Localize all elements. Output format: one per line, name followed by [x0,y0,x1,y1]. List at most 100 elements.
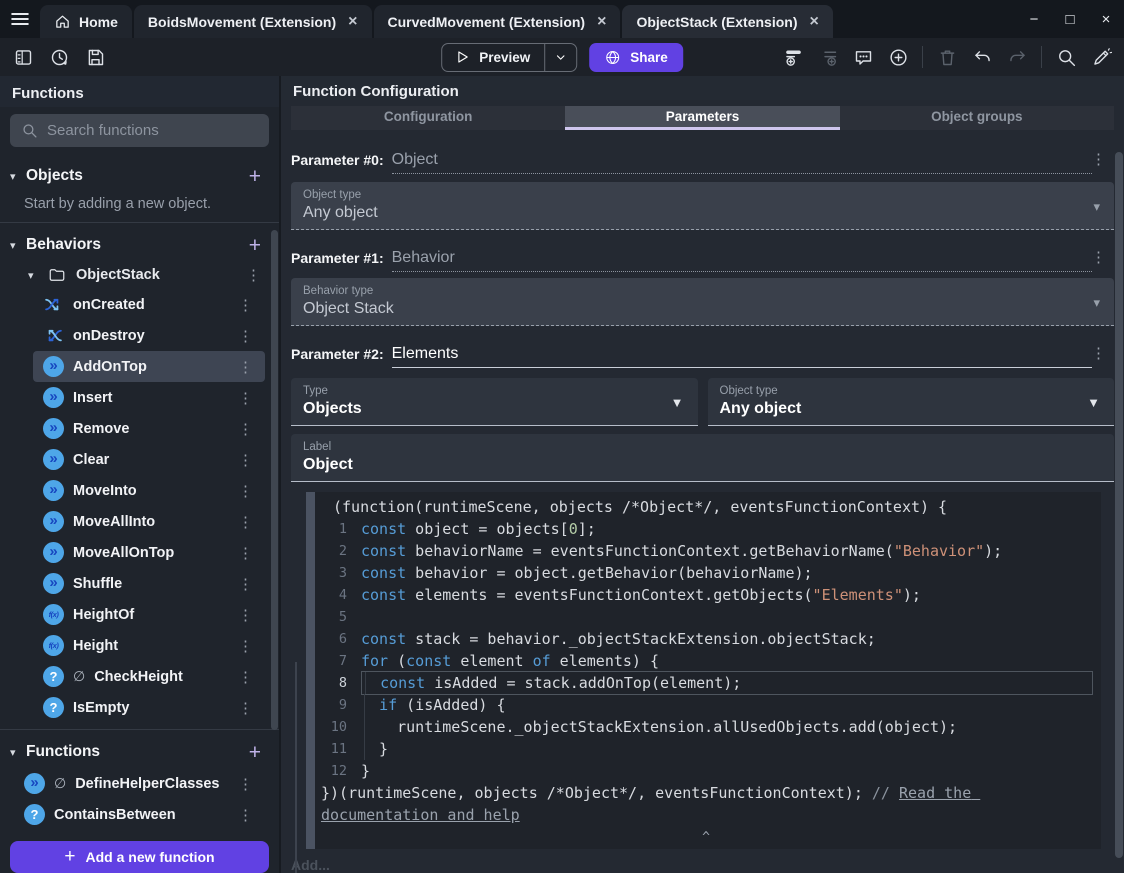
item-menu-button[interactable]: ⋮ [234,575,257,593]
project-panels-button[interactable] [12,46,34,68]
item-menu-button[interactable]: ⋮ [234,296,257,314]
function-item-isempty[interactable]: IsEmpty ⋮ [33,692,265,723]
function-item-moveallontop[interactable]: MoveAllOnTop ⋮ [33,537,265,568]
item-menu-button[interactable]: ⋮ [234,482,257,500]
private-icon: ∅ [73,668,86,684]
tab-objectstack-extension[interactable]: ObjectStack (Extension) × [622,5,833,38]
item-menu-button[interactable]: ⋮ [234,451,257,469]
parameter-0-name-input[interactable]: Object [391,151,1092,174]
section-functions[interactable]: ▾ Functions + [0,736,279,768]
add-event-button[interactable] [782,46,804,68]
search-icon [1058,49,1075,66]
code-editor[interactable]: (function(runtimeScene, objects /*Object… [315,492,1101,849]
parameter-2-type-select[interactable]: Type Objects ▼ [291,378,698,426]
parameter-2-label-field[interactable]: Label Object [291,434,1114,482]
main-scrollbar[interactable] [1115,150,1123,873]
tab-parameters[interactable]: Parameters [565,106,840,130]
folder-menu-button[interactable]: ⋮ [242,266,265,284]
tab-close-icon[interactable]: × [809,13,818,30]
parameter-1-name-input[interactable]: Behavior [391,249,1092,272]
main-menu-button[interactable] [0,0,40,38]
undo-button[interactable] [971,46,993,68]
parameter-1-behavior-type-select[interactable]: Behavior type Object Stack ▾ [291,278,1114,326]
item-menu-button[interactable]: ⋮ [234,606,257,624]
behavior-folder-objectstack[interactable]: ▾ ObjectStack ⋮ [0,261,279,289]
hamburger-icon [11,12,29,26]
parameter-0-menu-button[interactable]: ⋮ [1085,150,1112,168]
preview-button[interactable]: Preview [441,42,578,72]
item-menu-button[interactable]: ⋮ [234,358,257,376]
item-menu-button[interactable]: ⋮ [234,668,257,686]
function-item-addontop[interactable]: AddOnTop ⋮ [33,351,265,382]
parameter-2-object-type-select[interactable]: Object type Any object ▼ [707,378,1114,426]
function-item-oncreated[interactable]: onCreated ⋮ [33,289,265,320]
history-button[interactable] [48,46,70,68]
parameter-0-object-type-select[interactable]: Object type Any object ▾ [291,182,1114,230]
preview-options-button[interactable] [544,43,576,71]
search-functions-input[interactable] [47,122,258,139]
sidebar-scrollbar[interactable] [271,76,278,873]
share-label: Share [630,49,668,65]
save-button[interactable] [84,46,106,68]
preview-button-main[interactable]: Preview [442,44,544,71]
section-behaviors[interactable]: ▾ Behaviors + [0,229,279,261]
item-menu-button[interactable]: ⋮ [234,513,257,531]
function-item-checkheight[interactable]: ∅ CheckHeight ⋮ [33,661,265,692]
tab-close-icon[interactable]: × [348,13,357,30]
add-comment-button[interactable] [852,46,874,68]
maximize-window-button[interactable]: □ [1052,0,1088,38]
preview-label: Preview [479,49,531,65]
function-item-height[interactable]: Height ⋮ [33,630,265,661]
function-label: Shuffle [73,575,123,592]
item-menu-button[interactable]: ⋮ [234,389,257,407]
share-button[interactable]: Share [589,42,683,72]
tab-configuration[interactable]: Configuration [291,106,566,130]
parameter-2-menu-button[interactable]: ⋮ [1085,344,1112,362]
tab-object-groups[interactable]: Object groups [839,106,1114,130]
function-item-shuffle[interactable]: Shuffle ⋮ [33,568,265,599]
function-item-definehelperclasses[interactable]: ∅ DefineHelperClasses ⋮ [14,768,265,799]
item-menu-button[interactable]: ⋮ [234,327,257,345]
add-functions-button[interactable]: + [249,742,261,763]
tab-curvedmovement-extension[interactable]: CurvedMovement (Extension) × [373,5,621,38]
sidebar-scrollbar-thumb[interactable] [271,230,278,730]
close-window-button[interactable]: × [1088,0,1124,38]
tab-home[interactable]: Home [40,5,132,38]
item-menu-button[interactable]: ⋮ [234,806,257,824]
function-item-heightof[interactable]: HeightOf ⋮ [33,599,265,630]
add-new-function-button[interactable]: + Add a new function [10,841,269,873]
item-menu-button[interactable]: ⋮ [234,699,257,717]
item-menu-button[interactable]: ⋮ [234,544,257,562]
main-scrollbar-thumb[interactable] [1115,152,1123,858]
add-behaviors-button[interactable]: + [249,235,261,256]
collapse-editor-button[interactable]: ^ [319,831,1093,845]
search-functions-box[interactable] [10,114,269,147]
function-item-remove[interactable]: Remove ⋮ [33,413,265,444]
function-item-moveinto[interactable]: MoveInto ⋮ [33,475,265,506]
function-item-clear[interactable]: Clear ⋮ [33,444,265,475]
add-sub-event-button[interactable] [817,46,839,68]
redo-button[interactable] [1006,46,1028,68]
item-menu-button[interactable]: ⋮ [234,637,257,655]
edit-mode-button[interactable] [1090,46,1112,68]
search-button[interactable] [1055,46,1077,68]
code-line: 4 const elements = eventsFunctionContext.… [319,584,1093,606]
search-icon [23,124,37,138]
parameter-2-name-input[interactable]: Elements [391,345,1092,368]
tab-close-icon[interactable]: × [597,13,606,30]
add-objects-button[interactable]: + [249,166,261,187]
add-other-event-button[interactable] [887,46,909,68]
item-menu-button[interactable]: ⋮ [234,420,257,438]
minimize-window-button[interactable]: − [1016,0,1052,38]
item-menu-button[interactable]: ⋮ [234,775,257,793]
function-item-ondestroy[interactable]: onDestroy ⋮ [33,320,265,351]
delete-button[interactable] [936,46,958,68]
function-item-insert[interactable]: Insert ⋮ [33,382,265,413]
function-item-moveallinto[interactable]: MoveAllInto ⋮ [33,506,265,537]
parameters-list: Parameter #0: Object ⋮ Object type Any o… [281,130,1124,482]
section-objects[interactable]: ▾ Objects + [0,160,279,192]
tab-boidsmovement-extension[interactable]: BoidsMovement (Extension) × [133,5,372,38]
function-item-containsbetween[interactable]: ContainsBetween ⋮ [14,799,265,830]
parameter-1-menu-button[interactable]: ⋮ [1085,248,1112,266]
clipped-add-row[interactable]: Add... [291,857,1124,873]
